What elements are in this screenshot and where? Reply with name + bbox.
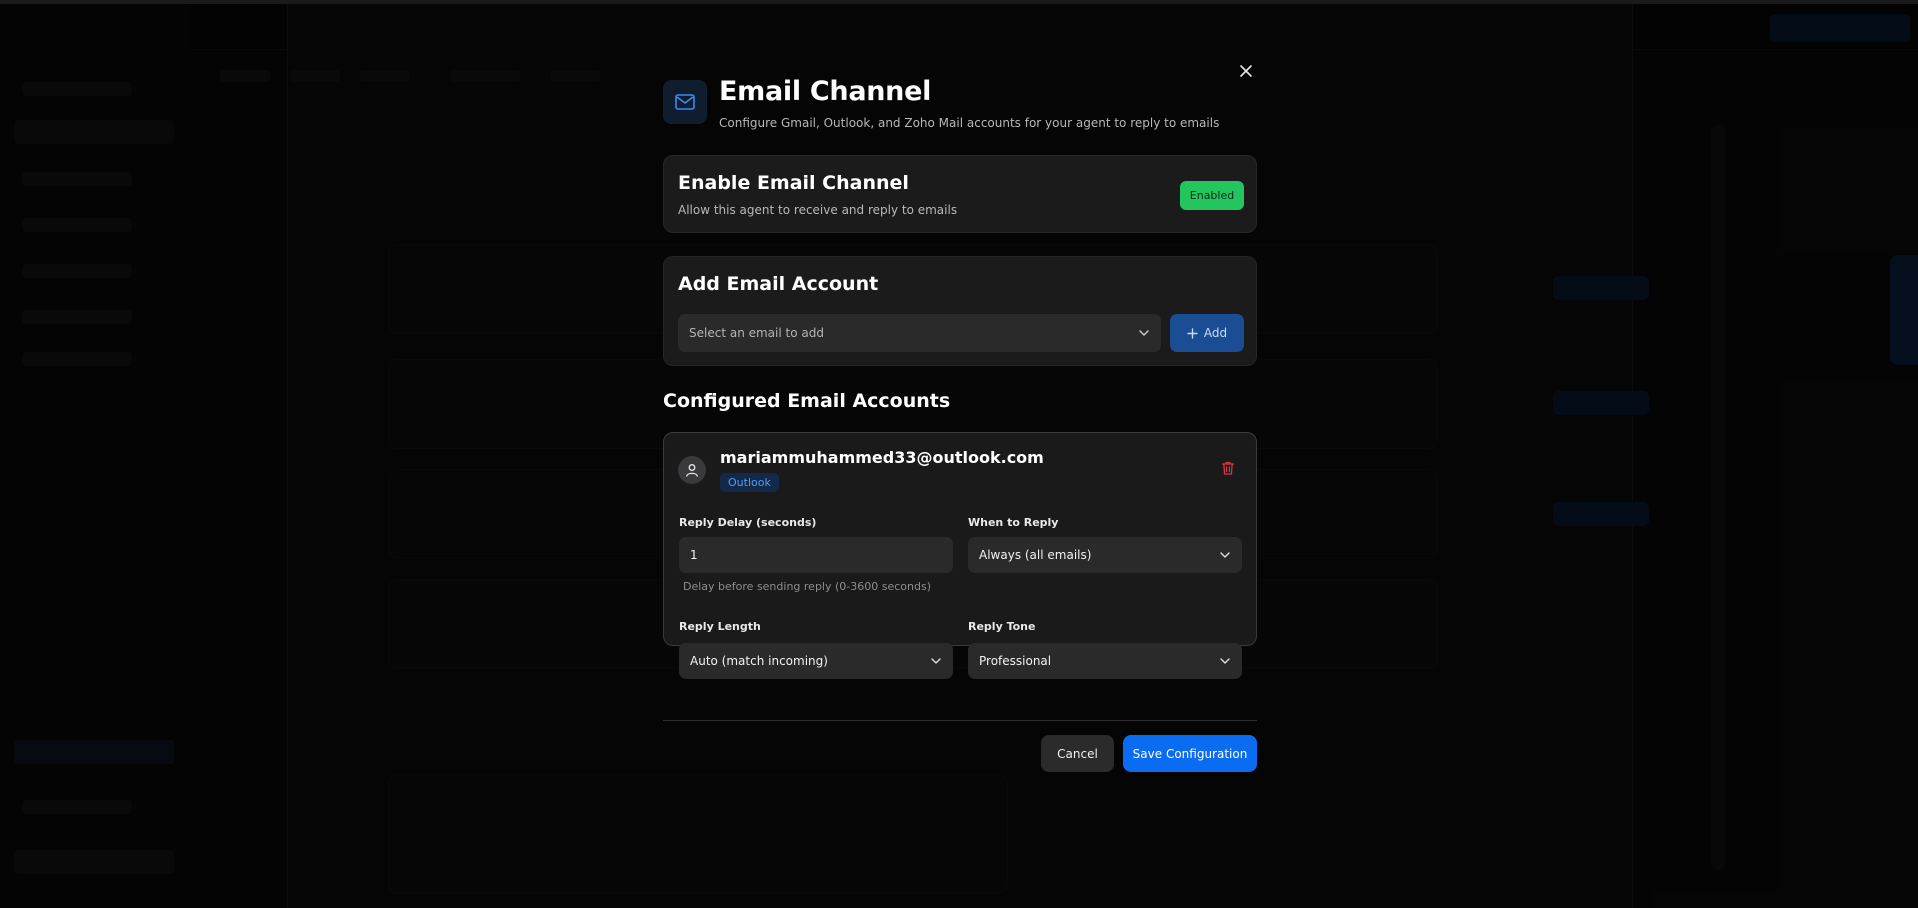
chevron-down-icon: [1138, 327, 1150, 339]
reply-tone-label: Reply Tone: [968, 620, 1036, 633]
enable-section-title: Enable Email Channel: [678, 172, 909, 194]
when-to-reply-value: Always (all emails): [979, 548, 1092, 562]
provider-badge: Outlook: [720, 473, 779, 492]
dialog-title: Email Channel: [719, 76, 932, 107]
avatar: [678, 456, 706, 484]
reply-length-value: Auto (match incoming): [690, 654, 828, 668]
chevron-down-icon: [1219, 655, 1231, 667]
add-button-label: Add: [1203, 326, 1228, 340]
cancel-button[interactable]: Cancel: [1041, 735, 1114, 772]
add-email-button[interactable]: Add: [1170, 314, 1244, 352]
chevron-down-icon: [930, 655, 942, 667]
email-select-placeholder: Select an email to add: [689, 326, 824, 340]
reply-tone-select[interactable]: Professional: [968, 643, 1242, 679]
when-to-reply-select[interactable]: Always (all emails): [968, 537, 1242, 573]
reply-length-label: Reply Length: [679, 620, 761, 633]
chevron-down-icon: [1219, 549, 1231, 561]
close-button[interactable]: [1235, 60, 1257, 82]
footer-divider: [663, 720, 1257, 721]
mail-icon: [675, 94, 695, 110]
reply-delay-hint: Delay before sending reply (0-3600 secon…: [683, 580, 931, 593]
account-email: mariammuhammed33@outlook.com: [720, 448, 1044, 467]
email-select-dropdown[interactable]: Select an email to add: [678, 314, 1161, 352]
trash-icon: [1221, 461, 1235, 475]
plus-icon: [1187, 327, 1198, 339]
close-icon: [1240, 65, 1252, 77]
when-to-reply-label: When to Reply: [968, 516, 1059, 529]
user-icon: [686, 464, 698, 477]
email-account-card: mariammuhammed33@outlook.com Outlook Rep…: [663, 432, 1257, 646]
reply-delay-input[interactable]: 1: [679, 537, 953, 573]
reply-length-select[interactable]: Auto (match incoming): [679, 643, 953, 679]
add-section-title: Add Email Account: [678, 273, 879, 295]
enabled-toggle-button[interactable]: Enabled: [1180, 181, 1244, 210]
add-email-section: Add Email Account Select an email to add…: [663, 256, 1257, 366]
enable-email-section: Enable Email Channel Allow this agent to…: [663, 155, 1257, 233]
delete-account-button[interactable]: [1220, 460, 1238, 478]
reply-delay-label: Reply Delay (seconds): [679, 516, 817, 529]
configured-accounts-title: Configured Email Accounts: [663, 390, 951, 412]
enable-section-description: Allow this agent to receive and reply to…: [678, 203, 958, 217]
save-configuration-button[interactable]: Save Configuration: [1123, 735, 1257, 772]
dialog-subtitle: Configure Gmail, Outlook, and Zoho Mail …: [719, 116, 1220, 130]
reply-tone-value: Professional: [979, 654, 1052, 668]
mail-icon-container: [663, 80, 707, 124]
